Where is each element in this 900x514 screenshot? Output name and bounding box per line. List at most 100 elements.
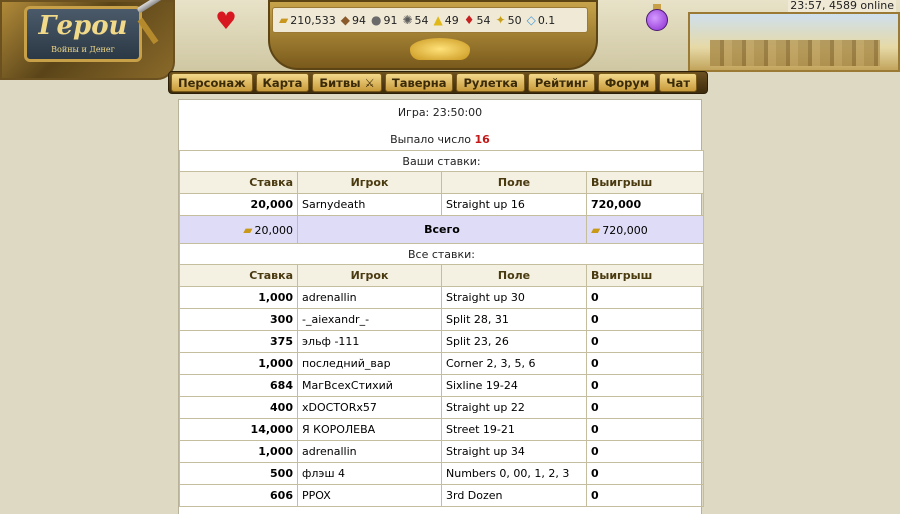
bet-stake: 500 [179,462,298,485]
total-label: Всего [297,215,587,244]
bet-row: 20,000 Sarnydeath Straight up 16 720,000 [179,193,704,216]
logo-title: Герои [38,11,128,41]
mana-potion-icon[interactable] [646,9,668,31]
bet-field: Straight up 30 [441,286,587,309]
bet-stake: 606 [179,484,298,507]
gold-icon: ▰ [279,13,289,27]
resource-wood: ◆ 94 [341,13,366,27]
resource-value: 54 [414,13,429,27]
bet-stake: 1,000 [179,440,298,463]
resource-value: 91 [383,13,398,27]
column-header-row: Ставка Игрок Поле Выигрыш [179,264,704,287]
bet-player[interactable]: adrenallin [297,286,442,309]
nav-map[interactable]: Карта [255,73,310,92]
total-win-value: 720,000 [602,223,648,237]
resource-ore: ● 91 [371,13,397,27]
column-header-row: Ставка Игрок Поле Выигрыш [179,171,704,194]
bet-win: 0 [586,418,704,441]
bet-field: Street 19-21 [441,418,587,441]
bet-player[interactable]: последний_вар [297,352,442,375]
resource-mercury: ✺ 54 [402,13,428,27]
nav-roulette[interactable]: Рулетка [456,73,525,92]
bet-player[interactable]: PPOX [297,484,442,507]
resource-value: 50 [507,13,522,27]
bet-player[interactable]: adrenallin [297,440,442,463]
diamond-icon: ◇ [526,13,536,27]
server-clock-online: 23:57, 4589 online [788,0,896,12]
bet-player[interactable]: -_aiexandr_- [297,308,442,331]
bet-player[interactable]: флэш 4 [297,462,442,485]
bet-stake: 375 [179,330,298,353]
your-bets-heading-title: Ваши ставки: [179,150,704,172]
nav-character[interactable]: Персонаж [171,73,253,92]
nav-rating[interactable]: Рейтинг [527,73,595,92]
gold-icon: ▰ [591,222,601,237]
bet-field: Straight up 16 [441,193,587,216]
bet-win: 0 [586,308,704,331]
bet-row: 1,000 adrenallin Straight up 30 0 [179,286,704,309]
bet-stake: 400 [179,396,298,419]
gems-icon: ✦ [495,13,506,27]
resource-bar: ▰ 210,533 ◆ 94 ● 91 ✺ 54 ▲ 49 ♦ 54 ✦ 50 ◇ 0.1 [272,7,588,33]
sulfur-icon: ▲ [433,13,443,27]
bet-player[interactable]: МагВсехСтихий [297,374,442,397]
dropped-number: 16 [474,133,490,146]
nav-battles[interactable]: Битвы ⚔ [312,73,382,92]
bet-win: 0 [586,374,704,397]
bet-win: 0 [586,440,704,463]
field-header: Поле [441,264,587,287]
game-info: Игра: 23:50:00 Выпало число 16 [179,100,701,150]
crystal-icon: ♦ [463,13,475,27]
bet-stake: 20,000 [179,193,298,216]
bet-row: 375 эльф -111 Split 23, 26 0 [179,330,704,353]
bet-player[interactable]: xDOCTORx57 [297,396,442,419]
city-silhouette [710,40,880,66]
your-bets-heading: Ваши ставки: [179,150,704,172]
resource-gold: ▰ 210,533 [279,13,336,27]
bet-win: 720,000 [586,193,704,216]
total-win: ▰ 720,000 [586,215,704,244]
bet-win: 0 [586,396,704,419]
wood-icon: ◆ [340,13,350,27]
bet-field: Split 23, 26 [441,330,587,353]
mercury-icon: ✺ [402,13,413,27]
nav-forum[interactable]: Форум [597,73,657,92]
bet-row: 1,000 adrenallin Straight up 34 0 [179,440,704,463]
resource-value: 94 [351,13,366,27]
bet-stake: 684 [179,374,298,397]
win-header: Выигрыш [586,264,704,287]
bet-row: 400 xDOCTORx57 Straight up 22 0 [179,396,704,419]
city-panorama [688,12,900,72]
gold-pile-icon [410,38,470,60]
resource-crystal: ♦ 54 [464,13,491,27]
bet-field: Straight up 22 [441,396,587,419]
bet-player[interactable]: Sarnydeath [297,193,442,216]
bet-player[interactable]: эльф -111 [297,330,442,353]
bets-table: Ваши ставки: Ставка Игрок Поле Выигрыш 20,000… [179,150,704,507]
bet-win: 0 [586,462,704,485]
roulette-results-panel: Игра: 23:50:00 Выпало число 16 Ваши став… [178,99,704,514]
total-stake: ▰ 20,000 [179,215,298,244]
bet-field: Straight up 34 [441,440,587,463]
game-logo[interactable]: Герои Войны и Денег [24,6,142,62]
player-header: Игрок [297,171,442,194]
game-time: Игра: 23:50:00 [397,106,483,119]
nav-tavern[interactable]: Таверна [384,73,454,92]
bet-win: 0 [586,286,704,309]
bet-row: 14,000 Я КОРОЛЕВА Street 19-21 0 [179,418,704,441]
bet-win: 0 [586,330,704,353]
logo-frame: Герои Войны и Денег [0,0,175,80]
bet-win: 0 [586,484,704,507]
bet-field: 3rd Dozen [441,484,587,507]
bet-player[interactable]: Я КОРОЛЕВА [297,418,442,441]
resource-value: 0.1 [537,13,556,27]
bet-field: Numbers 0, 00, 1, 2, 3 [441,462,587,485]
stake-header: Ставка [179,171,298,194]
dropped-label: Выпало число [390,133,472,146]
health-heart-icon[interactable]: ♥ [213,9,239,33]
bet-stake: 1,000 [179,286,298,309]
resource-value: 210,533 [290,13,336,27]
field-header: Поле [441,171,587,194]
resource-sulfur: ▲ 49 [434,13,459,27]
nav-chat[interactable]: Чат [659,73,697,92]
